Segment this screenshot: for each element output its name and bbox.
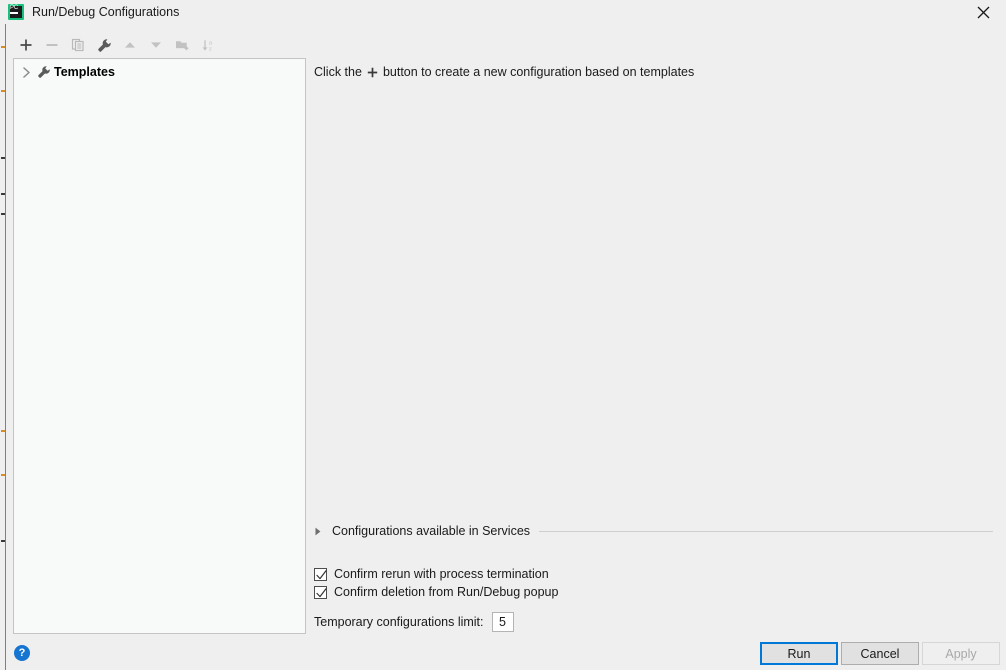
ide-marker [1, 474, 5, 476]
title-bar: PC Run/Debug Configurations [0, 0, 1006, 24]
plus-icon [367, 64, 378, 80]
empty-state-hint: Click the button to create a new configu… [314, 64, 694, 80]
copy-configuration-button[interactable] [65, 33, 91, 57]
ide-marker [1, 193, 5, 195]
new-folder-button[interactable] [169, 33, 195, 57]
ide-background-strip [0, 0, 9, 670]
confirm-rerun-checkbox[interactable]: Confirm rerun with process termination [314, 565, 549, 583]
close-icon[interactable] [960, 0, 1006, 24]
run-debug-configurations-dialog: PC Run/Debug Configurations a z Template… [0, 0, 1006, 670]
move-down-button[interactable] [143, 33, 169, 57]
checkbox-box[interactable] [314, 567, 327, 581]
ide-marker [1, 213, 5, 215]
temporary-limit-label: Temporary configurations limit: [314, 615, 484, 629]
question-mark-icon[interactable]: ? [14, 645, 30, 661]
ide-marker [1, 430, 5, 432]
hint-prefix: Click the [314, 65, 362, 79]
triangle-right-icon[interactable] [314, 523, 328, 539]
ide-marker [1, 90, 5, 92]
temporary-configurations-limit-row: Temporary configurations limit: [314, 612, 514, 632]
confirm-deletion-checkbox[interactable]: Confirm deletion from Run/Debug popup [314, 583, 558, 601]
svg-text:z: z [209, 46, 212, 52]
pycharm-icon-label: PC [10, 5, 18, 11]
help-glyph: ? [18, 647, 26, 659]
tree-item-templates[interactable]: Templates [14, 62, 305, 82]
configurations-tree-panel: Templates [13, 58, 306, 634]
edit-templates-button[interactable] [91, 33, 117, 57]
wrench-icon [35, 62, 53, 82]
remove-configuration-button[interactable] [39, 33, 65, 57]
move-up-button[interactable] [117, 33, 143, 57]
configurations-toolbar: a z [13, 33, 305, 57]
tree-item-label: Templates [54, 65, 115, 79]
window-title: Run/Debug Configurations [32, 5, 180, 19]
apply-button[interactable]: Apply [922, 642, 1000, 665]
checkbox-label: Confirm rerun with process termination [334, 567, 549, 581]
ide-marker [1, 46, 5, 48]
pycharm-icon-bar [10, 12, 18, 14]
checkbox-label: Confirm deletion from Run/Debug popup [334, 585, 559, 599]
ide-marker [1, 157, 5, 159]
hint-suffix: button to create a new configuration bas… [382, 65, 695, 79]
sort-alphabetically-button[interactable]: a z [195, 33, 221, 57]
services-section-header[interactable]: Configurations available in Services [314, 523, 993, 539]
section-divider [539, 530, 993, 532]
chevron-right-icon[interactable] [17, 62, 35, 82]
add-configuration-button[interactable] [13, 33, 39, 57]
ide-marker [1, 540, 5, 542]
services-section-label: Configurations available in Services [332, 524, 531, 538]
temporary-limit-input[interactable] [491, 612, 514, 632]
pycharm-icon: PC [8, 4, 24, 20]
cancel-button[interactable]: Cancel [841, 642, 919, 665]
checkbox-box[interactable] [314, 585, 327, 599]
run-button[interactable]: Run [760, 642, 838, 665]
ide-gutter-rule [5, 0, 6, 670]
